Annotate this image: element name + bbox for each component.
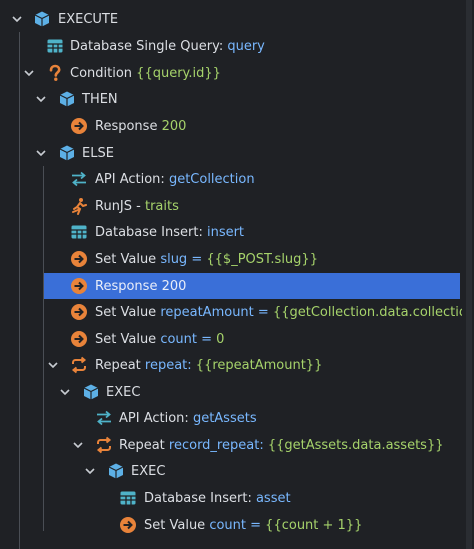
runner-icon [70, 197, 88, 215]
vertical-scrollbar[interactable] [462, 0, 474, 549]
tree-node-execute[interactable]: EXECUTE [0, 6, 474, 32]
node-value: {{count + 1}} [265, 517, 363, 533]
node-label: Response [95, 278, 162, 294]
node-label: Set Value [95, 304, 161, 320]
tree-node-record-repeat[interactable]: Repeat record_repeat: {{getAssets.data.a… [0, 432, 474, 458]
arrow-circle-icon [70, 330, 88, 348]
chevron-down-icon[interactable] [34, 146, 48, 160]
node-label: EXEC [131, 463, 166, 479]
node-name: record_repeat [168, 437, 260, 453]
chevron-down-icon[interactable] [46, 358, 60, 372]
swap-icon [70, 170, 88, 188]
arrow-circle-icon [119, 516, 137, 534]
node-equals: = [187, 251, 207, 267]
table-icon [46, 37, 64, 55]
node-label: Database Insert: [95, 224, 207, 240]
node-value: {{repeatAmount}} [195, 357, 323, 373]
tree-node-set-repeat-amount[interactable]: Set Value repeatAmount = {{getCollection… [0, 299, 474, 325]
node-name: insert [206, 224, 245, 240]
tree-node-api-action[interactable]: API Action: getCollection [0, 166, 474, 192]
tree-node-api-assets[interactable]: API Action: getAssets [0, 405, 474, 431]
tree-node-set-count[interactable]: Set Value count = 0 [0, 326, 474, 352]
node-equals: = [246, 517, 266, 533]
node-equals: = [253, 304, 273, 320]
node-equals: = [197, 331, 217, 347]
tree-node-then-response[interactable]: Response 200 [0, 113, 474, 139]
tree-node-else[interactable]: ELSE [0, 140, 474, 166]
node-sep: : [259, 437, 268, 453]
node-label: Response [95, 118, 162, 134]
arrow-circle-icon [70, 277, 88, 295]
tree-node-exec-inner[interactable]: EXEC [0, 458, 474, 484]
tree-node-db-insert[interactable]: Database Insert: insert [0, 219, 474, 245]
scrollbar-thumb[interactable] [466, 0, 472, 549]
cube-icon [107, 462, 125, 480]
node-label: Set Value [95, 331, 161, 347]
node-value: 200 [161, 278, 187, 294]
node-name: slug [160, 251, 188, 267]
node-name: query [227, 38, 265, 54]
repeat-icon [70, 356, 88, 374]
node-name: count [209, 517, 246, 533]
tree-node-set-count-increment[interactable]: Set Value count = {{count + 1}} [0, 512, 474, 538]
tree-node-else-response-selected[interactable]: Response 200 [44, 273, 460, 299]
tree-node-repeat[interactable]: Repeat repeat: {{repeatAmount}} [0, 352, 474, 378]
node-value: {{getCollection.data.collection.stats. [272, 304, 474, 320]
chevron-down-icon[interactable] [58, 385, 72, 399]
node-name: repeat [144, 357, 188, 373]
node-value: {{query.id}} [136, 65, 221, 81]
cube-icon [58, 90, 76, 108]
node-name: repeatAmount [160, 304, 254, 320]
node-label: Condition [70, 65, 137, 81]
node-label: Repeat [119, 437, 169, 453]
chevron-down-icon[interactable] [10, 12, 24, 26]
tree-node-set-slug[interactable]: Set Value slug = {{$_POST.slug}} [0, 246, 474, 272]
node-value: {{getAssets.data.assets}} [267, 437, 444, 453]
node-value: traits [144, 198, 179, 214]
cube-icon [58, 144, 76, 162]
node-name: count [160, 331, 197, 347]
cube-icon [33, 10, 51, 28]
cube-icon [82, 383, 100, 401]
node-value: 200 [161, 118, 187, 134]
chevron-down-icon[interactable] [71, 438, 85, 452]
node-label: RunJS - [95, 198, 145, 214]
tree-node-runjs[interactable]: RunJS - traits [0, 193, 474, 219]
repeat-icon [95, 436, 113, 454]
tree-node-exec[interactable]: EXEC [0, 379, 474, 405]
arrow-circle-icon [70, 250, 88, 268]
arrow-circle-icon [70, 117, 88, 135]
tree-node-condition[interactable]: Condition {{query.id}} [0, 60, 474, 86]
tree-node-db-insert-asset[interactable]: Database Insert: asset [0, 485, 474, 511]
node-label: Database Insert: [144, 490, 256, 506]
node-value: 0 [216, 331, 225, 347]
node-label: THEN [82, 91, 118, 107]
chevron-down-icon[interactable] [34, 92, 48, 106]
chevron-down-icon[interactable] [22, 66, 36, 80]
arrow-circle-icon [70, 303, 88, 321]
node-label: EXECUTE [58, 11, 119, 27]
node-label: API Action: [95, 171, 169, 187]
question-icon [46, 64, 64, 82]
node-label: ELSE [82, 145, 114, 161]
node-name: asset [255, 490, 291, 506]
tree-node-db-single-query[interactable]: Database Single Query: query [0, 33, 474, 59]
action-tree: EXECUTE Database Single Query: query Con… [0, 0, 474, 549]
swap-icon [95, 409, 113, 427]
tree-node-then[interactable]: THEN [0, 86, 474, 112]
node-label: Repeat [95, 357, 145, 373]
node-label: Set Value [144, 517, 210, 533]
node-label: Database Single Query: [70, 38, 228, 54]
node-name: getCollection [168, 171, 255, 187]
node-label: Set Value [95, 251, 161, 267]
table-icon [119, 489, 137, 507]
table-icon [70, 223, 88, 241]
node-label: API Action: [119, 410, 193, 426]
chevron-down-icon[interactable] [83, 464, 97, 478]
node-label: EXEC [106, 384, 141, 400]
node-sep: : [187, 357, 196, 373]
node-name: getAssets [192, 410, 257, 426]
node-value: {{$_POST.slug}} [206, 251, 318, 267]
